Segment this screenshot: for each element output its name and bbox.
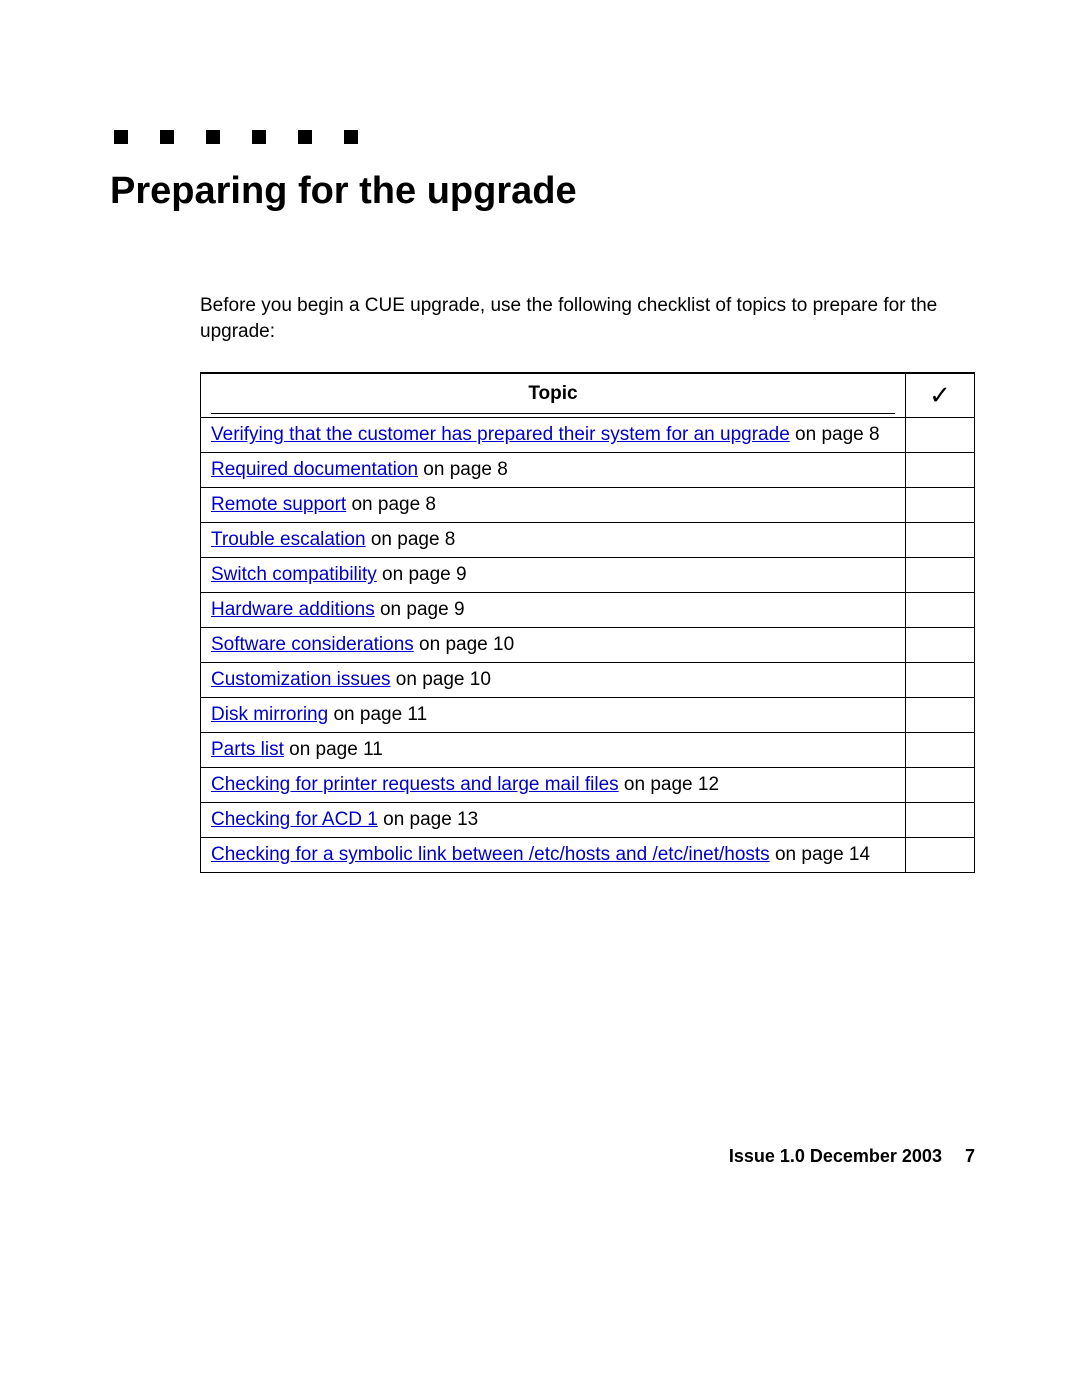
topic-cell: Checking for a symbolic link between /et…: [201, 838, 906, 873]
topic-link[interactable]: Parts list: [211, 739, 284, 760]
topic-cell: Checking for ACD 1 on page 13: [201, 803, 906, 838]
topic-cell: Checking for printer requests and large …: [201, 768, 906, 803]
page-reference: on page 10: [414, 634, 514, 655]
topic-link[interactable]: Verifying that the customer has prepared…: [211, 424, 790, 445]
topic-link[interactable]: Required documentation: [211, 459, 418, 480]
page-reference: on page 10: [391, 669, 491, 690]
header-topic: Topic: [201, 373, 906, 418]
topic-cell: Required documentation on page 8: [201, 453, 906, 488]
topic-link[interactable]: Checking for a symbolic link between /et…: [211, 844, 770, 865]
topic-link[interactable]: Switch compatibility: [211, 564, 377, 585]
topic-cell: Hardware additions on page 9: [201, 593, 906, 628]
check-cell: [906, 733, 975, 768]
table-row: Customization issues on page 10: [201, 663, 975, 698]
page-reference: on page 12: [619, 774, 719, 795]
check-cell: [906, 628, 975, 663]
page-reference: on page 11: [284, 739, 383, 760]
topic-cell: Disk mirroring on page 11: [201, 698, 906, 733]
topic-link[interactable]: Software considerations: [211, 634, 414, 655]
check-cell: [906, 698, 975, 733]
table-row: Switch compatibility on page 9: [201, 558, 975, 593]
topic-cell: Parts list on page 11: [201, 733, 906, 768]
check-cell: [906, 523, 975, 558]
check-cell: [906, 558, 975, 593]
table-row: Remote support on page 8: [201, 488, 975, 523]
topic-link[interactable]: Remote support: [211, 494, 346, 515]
intro-text: Before you begin a CUE upgrade, use the …: [200, 293, 975, 344]
page-reference: on page 9: [377, 564, 467, 585]
topic-cell: Switch compatibility on page 9: [201, 558, 906, 593]
content-area: Before you begin a CUE upgrade, use the …: [200, 293, 975, 873]
checklist-table: Topic ✓ Verifying that the customer has …: [200, 372, 975, 873]
topic-cell: Verifying that the customer has prepared…: [201, 418, 906, 453]
page-reference: on page 8: [346, 494, 436, 515]
page-reference: on page 13: [378, 809, 478, 830]
topic-link[interactable]: Hardware additions: [211, 599, 375, 620]
topic-link[interactable]: Checking for ACD 1: [211, 809, 378, 830]
page-reference: on page 8: [366, 529, 456, 550]
topic-cell: Software considerations on page 10: [201, 628, 906, 663]
footer-page-number: 7: [965, 1146, 975, 1166]
check-cell: [906, 768, 975, 803]
footer-issue: Issue 1.0 December 2003: [729, 1146, 942, 1166]
topic-link[interactable]: Customization issues: [211, 669, 391, 690]
table-row: Hardware additions on page 9: [201, 593, 975, 628]
table-row: Verifying that the customer has prepared…: [201, 418, 975, 453]
page-reference: on page 11: [328, 704, 427, 725]
check-cell: [906, 803, 975, 838]
topic-cell: Trouble escalation on page 8: [201, 523, 906, 558]
table-row: Checking for a symbolic link between /et…: [201, 838, 975, 873]
topic-cell: Remote support on page 8: [201, 488, 906, 523]
topic-link[interactable]: Trouble escalation: [211, 529, 366, 550]
page-footer: Issue 1.0 December 2003 7: [729, 1146, 975, 1167]
page-reference: on page 9: [375, 599, 465, 620]
page-reference: on page 8: [418, 459, 508, 480]
page-reference: on page 14: [770, 844, 870, 865]
check-cell: [906, 663, 975, 698]
decorative-dots: [114, 130, 975, 144]
table-row: Checking for ACD 1 on page 13: [201, 803, 975, 838]
page-reference: on page 8: [790, 424, 880, 445]
table-row: Disk mirroring on page 11: [201, 698, 975, 733]
topic-link[interactable]: Checking for printer requests and large …: [211, 774, 619, 795]
check-cell: [906, 593, 975, 628]
table-row: Parts list on page 11: [201, 733, 975, 768]
document-page: Preparing for the upgrade Before you beg…: [0, 0, 1080, 1397]
check-cell: [906, 453, 975, 488]
page-title: Preparing for the upgrade: [110, 170, 975, 213]
table-row: Trouble escalation on page 8: [201, 523, 975, 558]
check-cell: [906, 488, 975, 523]
topic-cell: Customization issues on page 10: [201, 663, 906, 698]
check-cell: [906, 838, 975, 873]
check-cell: [906, 418, 975, 453]
topic-link[interactable]: Disk mirroring: [211, 704, 328, 725]
header-check-icon: ✓: [906, 373, 975, 418]
table-row: Required documentation on page 8: [201, 453, 975, 488]
table-row: Checking for printer requests and large …: [201, 768, 975, 803]
table-row: Software considerations on page 10: [201, 628, 975, 663]
